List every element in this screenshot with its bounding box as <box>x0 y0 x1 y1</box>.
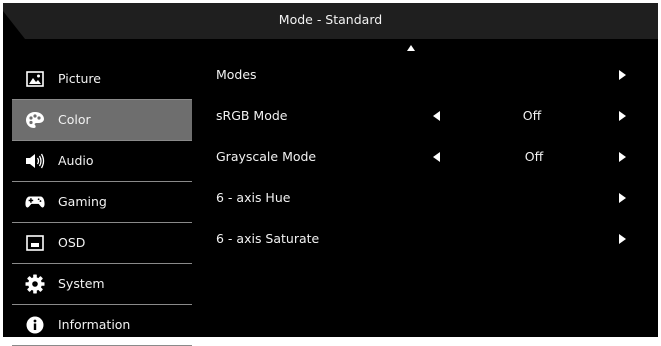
right-arrow-icon[interactable] <box>619 234 626 244</box>
row-label: 6 - axis Hue <box>216 190 291 205</box>
sidebar-item-label: Information <box>58 317 131 332</box>
row-label: 6 - axis Saturate <box>216 231 320 246</box>
sidebar-item-color[interactable]: Color <box>12 100 192 141</box>
right-arrow-icon[interactable] <box>619 111 626 121</box>
gamepad-icon <box>25 192 45 212</box>
sidebar-item-label: Color <box>58 112 91 127</box>
sidebar-item-label: Picture <box>58 71 101 86</box>
speaker-icon <box>25 151 45 171</box>
sidebar: Picture Color Audio Gaming OSD System In… <box>12 59 192 346</box>
menu-row-srgb-mode[interactable]: sRGB Mode Off <box>216 105 636 127</box>
sidebar-item-label: System <box>58 276 105 291</box>
info-icon <box>25 315 45 335</box>
left-arrow-icon[interactable] <box>433 111 440 121</box>
sidebar-item-gaming[interactable]: Gaming <box>12 182 192 223</box>
osd-window-icon <box>25 233 45 253</box>
osd-menu: Mode - Standard Picture Color Audio Gami… <box>0 0 661 346</box>
sidebar-item-system[interactable]: System <box>12 264 192 305</box>
right-arrow-icon[interactable] <box>619 152 626 162</box>
osd-frame: Mode - Standard Picture Color Audio Gami… <box>3 3 658 346</box>
sidebar-item-label: Audio <box>58 153 94 168</box>
right-arrow-icon[interactable] <box>619 193 626 203</box>
mode-title: Mode - Standard <box>278 12 383 27</box>
row-label: Grayscale Mode <box>216 149 317 164</box>
sidebar-item-osd[interactable]: OSD <box>12 223 192 264</box>
menu-row-modes[interactable]: Modes <box>216 64 636 86</box>
menu-row-6-axis-hue[interactable]: 6 - axis Hue <box>216 187 636 209</box>
left-arrow-icon[interactable] <box>433 152 440 162</box>
menu-row-6-axis-saturate[interactable]: 6 - axis Saturate <box>216 228 636 250</box>
row-label: sRGB Mode <box>216 108 288 123</box>
sidebar-item-picture[interactable]: Picture <box>12 59 192 100</box>
srgb-mode-value: Off <box>522 108 542 123</box>
scroll-up-icon[interactable] <box>407 45 415 51</box>
right-arrow-icon[interactable] <box>619 70 626 80</box>
menu-row-grayscale-mode[interactable]: Grayscale Mode Off <box>216 146 636 168</box>
picture-icon <box>25 69 45 89</box>
grayscale-mode-value: Off <box>524 149 544 164</box>
row-label: Modes <box>216 67 257 82</box>
sidebar-item-audio[interactable]: Audio <box>12 141 192 182</box>
sidebar-item-label: Gaming <box>58 194 107 209</box>
sidebar-item-label: OSD <box>58 235 86 250</box>
palette-icon <box>25 110 45 130</box>
gear-icon <box>25 274 45 294</box>
